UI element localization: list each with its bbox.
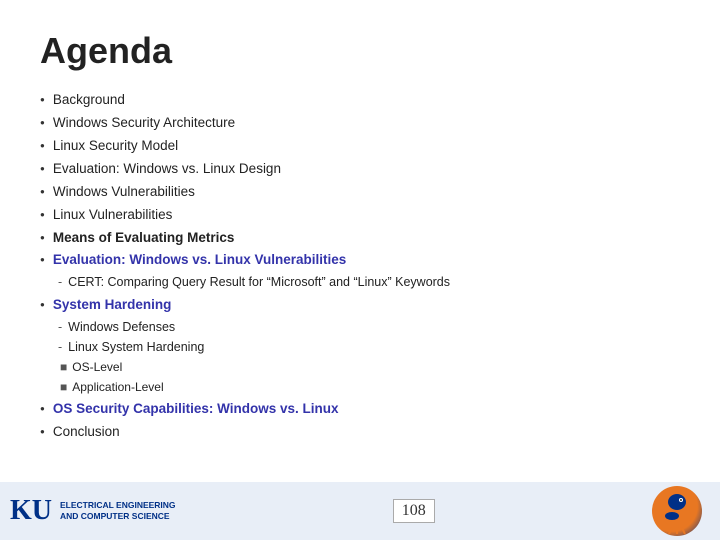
sub-list-item: - Windows Defenses: [58, 318, 680, 337]
sub-sub-list-item: ■ Application-Level: [60, 378, 680, 397]
bullet-text: Linux Vulnerabilities: [53, 205, 173, 226]
list-item: ● Windows Security Architecture: [40, 113, 680, 134]
sub-dash-icon: -: [58, 318, 62, 337]
list-item: ● Background: [40, 90, 680, 111]
system-hardening-label: System Hardening: [53, 295, 172, 316]
ku-department-text: ELECTRICAL ENGINEERING AND COMPUTER SCIE…: [60, 500, 176, 522]
list-item: ● Linux Vulnerabilities: [40, 205, 680, 226]
sub-sub-list-text: Application-Level: [72, 378, 163, 397]
sub-list-text: CERT: Comparing Query Result for “Micros…: [68, 273, 450, 292]
list-item: ● Evaluation: Windows vs. Linux Design: [40, 159, 680, 180]
main-bullet-list: ● Background ● Windows Security Architec…: [40, 90, 680, 271]
os-security-text: OS Security Capabilities: Windows vs. Li…: [53, 399, 339, 420]
bullet-text: Means of Evaluating Metrics: [53, 228, 235, 249]
list-item: ● Linux Security Model: [40, 136, 680, 157]
bullet-icon: ●: [40, 232, 45, 244]
sub-list-item: - Linux System Hardening: [58, 338, 680, 357]
bullet-text: Windows Security Architecture: [53, 113, 235, 134]
list-item: ● Windows Vulnerabilities: [40, 182, 680, 203]
list-item-os-security: ● OS Security Capabilities: Windows vs. …: [40, 399, 680, 420]
list-item: ● Evaluation: Windows vs. Linux Vulnerab…: [40, 250, 680, 271]
ku-dept-line1: ELECTRICAL ENGINEERING: [60, 500, 176, 511]
bullet-icon: ●: [40, 403, 45, 415]
slide: Agenda ● Background ● Windows Security A…: [0, 0, 720, 540]
linux-hardening-sub-sub-list: ■ OS-Level ■ Application-Level: [40, 358, 680, 396]
sub-sub-dash-icon: ■: [60, 378, 67, 397]
bullet-icon: ●: [40, 94, 45, 106]
bullet-text: Linux Security Model: [53, 136, 178, 157]
jayhawk-svg: [652, 486, 702, 536]
bullet-icon: ●: [40, 186, 45, 198]
sub-dash-icon: -: [58, 338, 62, 357]
ku-logo: KU ELECTRICAL ENGINEERING AND COMPUTER S…: [10, 497, 176, 525]
sub-list-ewlv: - CERT: Comparing Query Result for “Micr…: [40, 273, 680, 292]
sub-list-text: Linux System Hardening: [68, 338, 204, 357]
sub-list-item: - CERT: Comparing Query Result for “Micr…: [58, 273, 680, 292]
sub-sub-list-text: OS-Level: [72, 358, 122, 377]
jayhawk-mascot: [652, 486, 702, 536]
slide-title: Agenda: [40, 30, 680, 72]
bullet-icon: ●: [40, 254, 45, 266]
list-item-conclusion: ● Conclusion: [40, 422, 680, 443]
bullet-text: Windows Vulnerabilities: [53, 182, 195, 203]
bullet-text: Evaluation: Windows vs. Linux Design: [53, 159, 281, 180]
sub-sub-dash-icon: ■: [60, 358, 67, 377]
sub-sub-list-item: ■ OS-Level: [60, 358, 680, 377]
slide-content: ● Background ● Windows Security Architec…: [40, 90, 680, 442]
bullet-icon: ●: [40, 299, 45, 311]
ku-dept-line2: AND COMPUTER SCIENCE: [60, 511, 176, 522]
bullet-text: Evaluation: Windows vs. Linux Vulnerabil…: [53, 250, 346, 271]
sub-dash-icon: -: [58, 273, 62, 292]
conclusion-text: Conclusion: [53, 422, 120, 443]
bullet-icon: ●: [40, 163, 45, 175]
list-item: ● Means of Evaluating Metrics: [40, 228, 680, 249]
footer: KU ELECTRICAL ENGINEERING AND COMPUTER S…: [0, 482, 720, 540]
ku-letters: KU: [10, 497, 52, 525]
bullet-icon: ●: [40, 117, 45, 129]
bullet-text: Background: [53, 90, 125, 111]
bullet-icon: ●: [40, 140, 45, 152]
bullet-icon: ●: [40, 426, 45, 438]
os-security-bullet-list: ● OS Security Capabilities: Windows vs. …: [40, 399, 680, 443]
page-number: 108: [393, 499, 435, 523]
list-item-system-hardening: ● System Hardening: [40, 295, 680, 316]
system-hardening-sub-list: - Windows Defenses - Linux System Harden…: [40, 318, 680, 358]
sub-list-text: Windows Defenses: [68, 318, 175, 337]
bullet-icon: ●: [40, 209, 45, 221]
system-hardening-bullet-list: ● System Hardening: [40, 295, 680, 316]
